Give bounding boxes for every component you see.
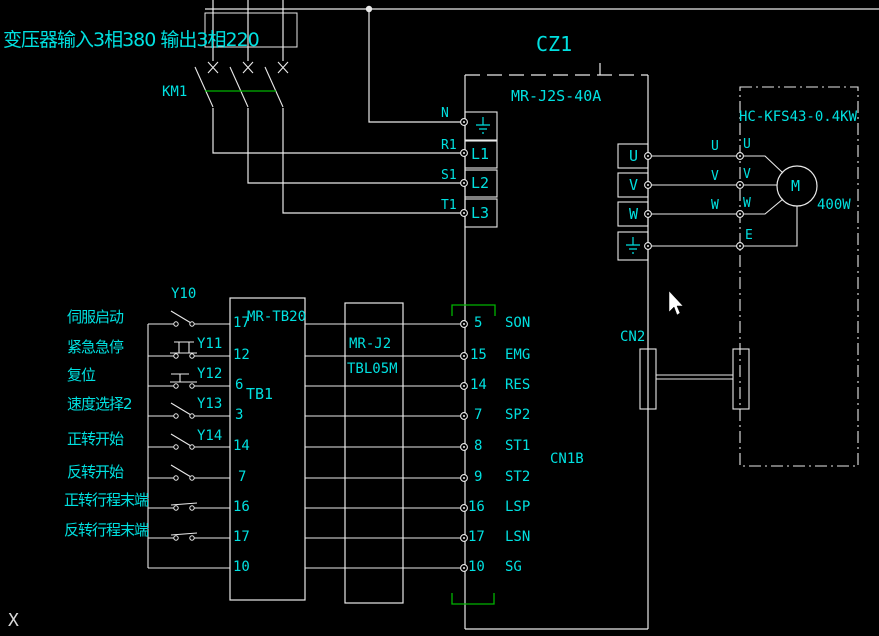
cable-line1: MR-J2 [349,337,391,351]
terminal-label-r1: R1 [441,139,457,152]
motor-box [740,87,858,466]
cn-pin: 9 [474,470,482,484]
cn2-cable [640,349,749,409]
wire-label-v-right: V [743,168,751,181]
terminal-label-n: N [441,107,449,120]
wire-label-u-right: U [743,138,751,151]
tb-pin: 7 [238,470,246,484]
function-label: 伺服启动 [67,310,123,325]
wire-label-w-left: W [711,199,719,212]
relay-label: Y12 [197,367,222,381]
signal-label: SP2 [505,408,530,422]
wire-label-u-left: U [711,140,719,153]
signal-label: ST2 [505,470,530,484]
servo-terminal-l1: L1 [471,147,489,162]
relay-label: Y11 [197,337,222,351]
ground-icon [476,117,490,133]
terminal-label-t1: T1 [441,199,457,212]
cn1b-label: CN1B [550,452,584,466]
switch-blades [170,311,197,535]
cn2-label: CN2 [620,330,645,344]
ucs-axis-x-label: X [8,612,19,630]
schematic-linework [0,0,879,636]
wire-label-v-left: V [711,170,719,183]
servo-terminal-l2: L2 [471,176,489,191]
signal-label: LSP [505,500,530,514]
junction-dot [366,6,372,12]
servo-terminal-w: W [629,207,638,222]
mouse-cursor-icon [669,291,683,315]
motor-symbol: M [791,179,800,194]
terminal-circles [461,119,744,572]
cn-pin: 16 [468,500,485,514]
cn-pin: 7 [474,408,482,422]
motor-power-rating: 400W [817,198,851,212]
tb-pin: 6 [235,378,243,392]
relay-label: Y13 [197,397,222,411]
function-label: 反转开始 [67,465,123,480]
function-label: 反转行程末端 [64,523,148,538]
function-label: 复位 [67,368,95,383]
wire-label-e: E [745,229,753,242]
cn-pin: 8 [474,439,482,453]
relay-label: Y10 [171,287,196,301]
servo-box [465,75,648,629]
motor-model: HC-KFS43-0.4KW [739,110,857,124]
contactor-label: KM1 [162,85,187,99]
tb-pin: 17 [233,530,250,544]
servo-connector-label: CZ1 [536,34,572,54]
tb-pin: 10 [233,560,250,574]
cn1b-bracket-bottom [452,593,494,604]
servo-model: MR-J2S-40A [511,89,601,104]
signal-label: SON [505,316,530,330]
switch-terminals [174,322,194,540]
signal-label: SG [505,560,522,574]
function-label: 正转行程末端 [64,493,148,508]
tb-pin: 16 [233,500,250,514]
signal-label: LSN [505,530,530,544]
terminal-block-name: TB1 [246,387,273,402]
cn-pin: 15 [470,348,487,362]
function-label: 正转开始 [67,432,123,447]
ground-icon [626,237,640,253]
cable-line2: TBL05M [347,362,398,376]
cn-pin: 17 [468,530,485,544]
tb-pin: 12 [233,348,250,362]
wire-label-w-right: W [743,197,751,210]
cn-pin: 5 [474,316,482,330]
cn-pin: 10 [468,560,485,574]
cad-canvas[interactable]: 变压器输入3相380 输出3相220 KM1 N R1 S1 T1 CZ1 MR… [0,0,879,636]
transformer-note: 变压器输入3相380 输出3相220 [3,31,259,50]
signal-label: ST1 [505,439,530,453]
function-label: 紧急急停 [67,340,123,355]
contact-x-icons [208,62,288,73]
servo-terminal-u: U [629,149,638,164]
function-label: 速度选择2 [67,397,132,412]
motor-wires [648,156,797,246]
terminal-label-s1: S1 [441,169,457,182]
signal-label: RES [505,378,530,392]
servo-terminal-v: V [629,178,638,193]
tb-pin: 14 [233,439,250,453]
signal-label: EMG [505,348,530,362]
tb-pin: 17 [233,316,250,330]
servo-terminal-l3: L3 [471,206,489,221]
tb-pin: 3 [235,408,243,422]
cn-pin: 14 [470,378,487,392]
relay-label: Y14 [197,429,222,443]
terminal-block-model: MR-TB20 [247,310,306,324]
